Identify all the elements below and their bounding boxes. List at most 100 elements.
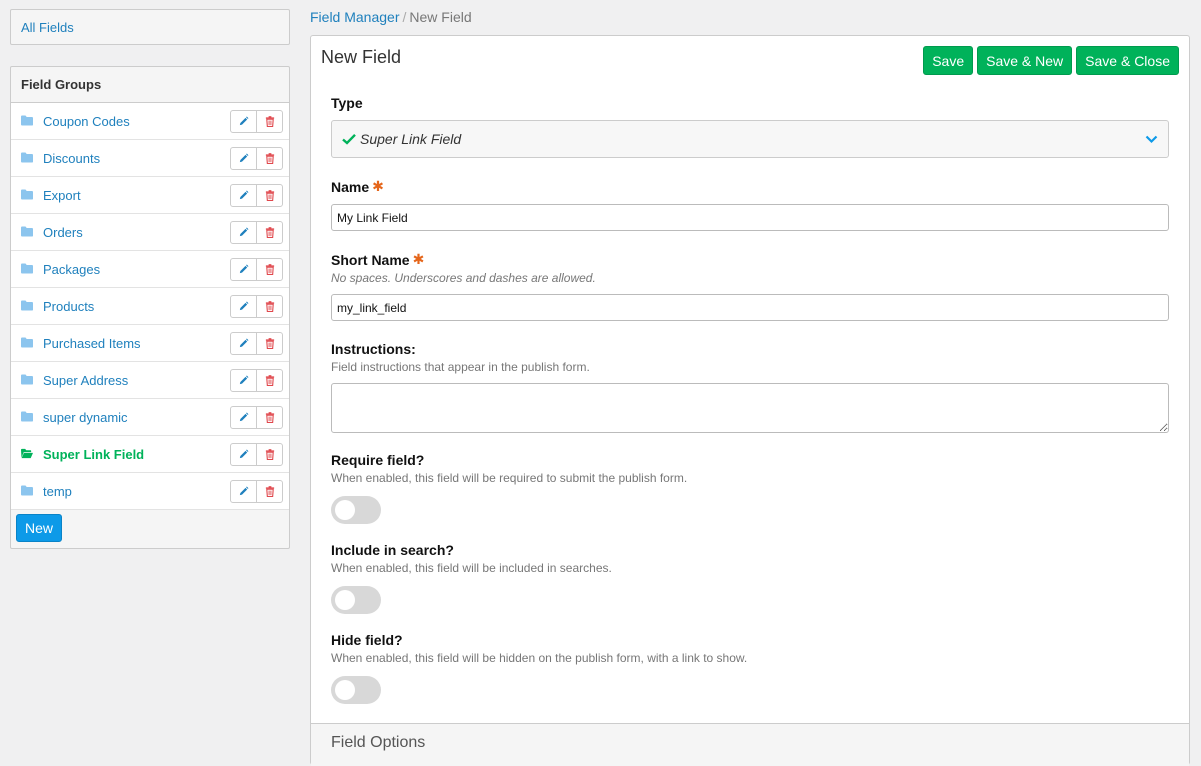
pencil-icon <box>239 412 249 421</box>
edit-group-button[interactable] <box>230 146 257 170</box>
pencil-icon <box>239 301 249 310</box>
edit-group-button[interactable] <box>230 331 257 355</box>
name-group: Name ✱ <box>331 178 1169 231</box>
instructions-textarea[interactable] <box>331 383 1169 433</box>
folder-icon-svg <box>21 374 33 385</box>
folder-icon-svg <box>21 263 33 274</box>
hide-help: When enabled, this field will be hidden … <box>331 651 748 665</box>
trash-icon <box>265 374 274 386</box>
short-name-input[interactable] <box>331 294 1169 321</box>
delete-group-button[interactable] <box>256 331 283 355</box>
pencil-icon <box>239 449 249 458</box>
edit-group-button[interactable] <box>230 220 257 244</box>
edit-group-button[interactable] <box>230 183 257 207</box>
field-group-tools <box>230 479 283 503</box>
edit-group-button[interactable] <box>230 442 257 466</box>
delete-group-button[interactable] <box>256 146 283 170</box>
field-groups-panel: Field Groups Coupon Codes Discounts Expo… <box>10 66 290 549</box>
field-group-tools <box>230 294 283 318</box>
sidebar: All Fields Field Groups Coupon Codes Dis… <box>10 9 290 549</box>
folder-icon <box>21 115 33 127</box>
delete-group-button[interactable] <box>256 257 283 281</box>
field-group-item[interactable]: Discounts <box>11 140 289 177</box>
folder-icon-svg <box>21 300 33 311</box>
search-help: When enabled, this field will be include… <box>331 561 612 575</box>
field-group-label: Coupon Codes <box>43 113 130 129</box>
folder-open-icon-svg <box>21 448 33 459</box>
folder-icon <box>21 411 33 423</box>
field-group-item[interactable]: Export <box>11 177 289 214</box>
field-group-item[interactable]: Orders <box>11 214 289 251</box>
require-group: Require field? When enabled, this field … <box>331 452 1169 524</box>
search-toggle[interactable] <box>331 586 381 614</box>
edit-group-button[interactable] <box>230 479 257 503</box>
toggle-knob <box>335 500 355 520</box>
type-group: Type Super Link Field <box>331 95 1169 158</box>
trash-icon <box>265 189 274 201</box>
folder-icon-svg <box>21 226 33 237</box>
folder-icon-svg <box>21 337 33 348</box>
page-title: New Field <box>321 47 402 67</box>
edit-group-button[interactable] <box>230 109 257 133</box>
field-group-label: Discounts <box>43 150 101 166</box>
field-options-section[interactable]: Field Options <box>311 723 1189 766</box>
field-form: Type Super Link Field Name ✱ Short N <box>331 95 1169 704</box>
name-input[interactable] <box>331 204 1169 231</box>
form-actions: Save Save & New Save & Close <box>923 46 1179 75</box>
field-group-tools <box>230 220 283 244</box>
field-group-item[interactable]: Packages <box>11 251 289 288</box>
save-and-new-button[interactable]: Save & New <box>977 46 1073 75</box>
field-group-item[interactable]: temp <box>11 473 289 510</box>
field-group-tools <box>230 109 283 133</box>
trash-icon <box>265 300 274 312</box>
new-group-button[interactable]: New <box>16 514 63 542</box>
field-group-label: super dynamic <box>43 409 128 425</box>
field-group-tools <box>230 442 283 466</box>
folder-icon-svg <box>21 152 33 163</box>
edit-group-button[interactable] <box>230 368 257 392</box>
field-group-item[interactable]: Super Link Field <box>11 436 289 473</box>
hide-toggle[interactable] <box>331 676 381 704</box>
field-group-label: Purchased Items <box>43 335 141 351</box>
field-group-item[interactable]: super dynamic <box>11 399 289 436</box>
pencil-icon <box>239 264 249 273</box>
save-and-close-button[interactable]: Save & Close <box>1076 46 1179 75</box>
edit-group-button[interactable] <box>230 257 257 281</box>
edit-group-button[interactable] <box>230 405 257 429</box>
delete-group-button[interactable] <box>256 183 283 207</box>
delete-group-button[interactable] <box>256 405 283 429</box>
hide-group: Hide field? When enabled, this field wil… <box>331 632 1169 704</box>
chevron-down-icon <box>1145 135 1158 143</box>
trash-icon <box>265 263 274 275</box>
delete-group-button[interactable] <box>256 442 283 466</box>
type-select[interactable]: Super Link Field <box>331 120 1169 158</box>
field-group-tools <box>230 257 283 281</box>
pencil-icon <box>239 486 249 495</box>
field-group-item[interactable]: Purchased Items <box>11 325 289 362</box>
trash-icon <box>265 411 274 423</box>
folder-icon <box>21 485 33 497</box>
all-fields-link[interactable]: All Fields <box>10 9 290 45</box>
folder-icon-svg <box>21 485 33 496</box>
folder-icon <box>21 226 33 238</box>
breadcrumb-separator: / <box>402 9 407 25</box>
breadcrumb-field-manager[interactable]: Field Manager <box>310 9 400 25</box>
delete-group-button[interactable] <box>256 220 283 244</box>
delete-group-button[interactable] <box>256 479 283 503</box>
folder-icon <box>21 263 33 275</box>
require-toggle[interactable] <box>331 496 381 524</box>
save-button[interactable]: Save <box>923 46 974 75</box>
edit-group-button[interactable] <box>230 294 257 318</box>
type-label: Type <box>331 95 363 111</box>
field-group-item[interactable]: Coupon Codes <box>11 103 289 140</box>
folder-icon-svg <box>21 115 33 126</box>
trash-icon <box>265 152 274 164</box>
field-group-label: Packages <box>43 261 101 277</box>
delete-group-button[interactable] <box>256 109 283 133</box>
short-name-help: No spaces. Underscores and dashes are al… <box>331 271 596 285</box>
delete-group-button[interactable] <box>256 294 283 318</box>
trash-icon <box>265 485 274 497</box>
field-group-item[interactable]: Products <box>11 288 289 325</box>
delete-group-button[interactable] <box>256 368 283 392</box>
field-group-item[interactable]: Super Address <box>11 362 289 399</box>
